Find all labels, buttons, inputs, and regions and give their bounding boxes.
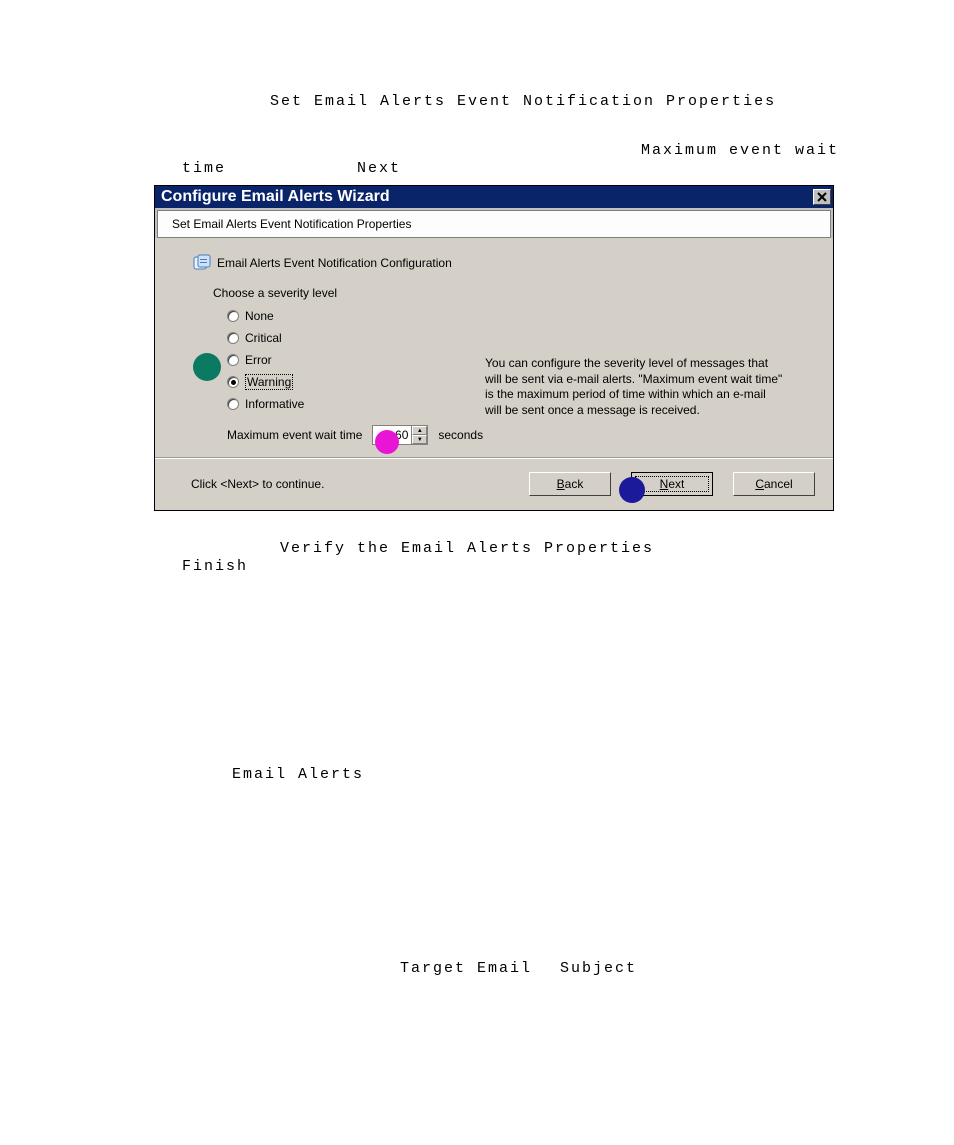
- wait-time-unit: seconds: [438, 428, 483, 442]
- dialog-body: Email Alerts Event Notification Configur…: [155, 238, 833, 457]
- annotation-dot-blue: [619, 477, 645, 503]
- wizard-icon: [193, 254, 211, 272]
- radio-label: None: [245, 309, 274, 323]
- dialog-footer: Click <Next> to continue. Back Next Canc…: [155, 457, 833, 510]
- radio-icon: [227, 376, 239, 388]
- wizard-step-title: Set Email Alerts Event Notification Prop…: [157, 210, 831, 238]
- radio-icon: [227, 332, 239, 344]
- wizard-dialog: Configure Email Alerts Wizard Set Email …: [154, 185, 834, 511]
- back-button[interactable]: Back: [529, 472, 611, 496]
- severity-label: Choose a severity level: [213, 286, 805, 300]
- radio-label: Error: [245, 353, 272, 367]
- radio-label: Critical: [245, 331, 282, 345]
- subject-text: Subject: [560, 960, 637, 977]
- annotation-dot-magenta: [375, 430, 399, 454]
- radio-icon: [227, 354, 239, 366]
- radio-icon: [227, 398, 239, 410]
- radio-critical[interactable]: Critical: [227, 327, 805, 349]
- next-button-rest: ext: [668, 477, 684, 491]
- config-inner: Choose a severity level None Critical Er…: [213, 286, 805, 445]
- cancel-button-rest: ancel: [764, 477, 793, 491]
- target-email-text: Target Email: [400, 960, 532, 977]
- spinner-down-icon[interactable]: ▼: [412, 435, 427, 444]
- wizard-step-title-text: Set Email Alerts Event Notification Prop…: [172, 217, 411, 231]
- footer-hint: Click <Next> to continue.: [191, 477, 324, 491]
- heading: Set Email Alerts Event Notification Prop…: [270, 93, 776, 110]
- radio-label: Informative: [245, 397, 304, 411]
- wait-time-label: Maximum event wait time: [227, 428, 362, 442]
- spinner-up-icon[interactable]: ▲: [412, 426, 427, 435]
- verify-line: Verify the Email Alerts Properties: [280, 540, 654, 557]
- radio-none[interactable]: None: [227, 305, 805, 327]
- config-heading-row: Email Alerts Event Notification Configur…: [193, 254, 815, 272]
- annotation-dot-teal: [193, 353, 221, 381]
- finish-word: Finish: [182, 558, 248, 575]
- config-heading: Email Alerts Event Notification Configur…: [217, 256, 452, 270]
- window-title: Configure Email Alerts Wizard: [161, 188, 390, 206]
- radio-icon: [227, 310, 239, 322]
- back-button-rest: ack: [565, 477, 584, 491]
- radio-label: Warning: [245, 374, 293, 390]
- wait-label-right: Maximum event wait: [641, 142, 839, 159]
- next-word: Next: [357, 160, 401, 177]
- help-text: You can configure the severity level of …: [485, 356, 785, 418]
- titlebar: Configure Email Alerts Wizard: [155, 186, 833, 208]
- cancel-button[interactable]: Cancel: [733, 472, 815, 496]
- close-icon[interactable]: [813, 189, 831, 205]
- button-row: Back Next Cancel: [529, 472, 815, 496]
- time-word: time: [182, 160, 226, 177]
- email-alerts-text: Email Alerts: [232, 766, 364, 783]
- wait-time-row: Maximum event wait time ▲ ▼ seconds: [227, 425, 805, 445]
